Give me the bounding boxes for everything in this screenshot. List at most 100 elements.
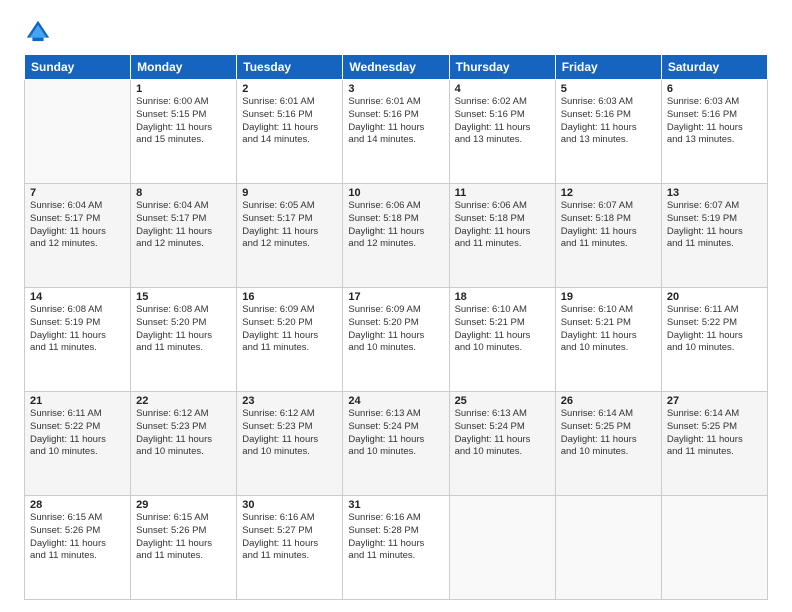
calendar-cell: 6Sunrise: 6:03 AM Sunset: 5:16 PM Daylig…: [661, 80, 767, 184]
logo-icon: [24, 18, 52, 46]
calendar-week-2: 7Sunrise: 6:04 AM Sunset: 5:17 PM Daylig…: [25, 184, 768, 288]
day-number: 15: [136, 291, 231, 303]
day-info: Sunrise: 6:04 AM Sunset: 5:17 PM Dayligh…: [30, 200, 125, 251]
calendar-cell: [555, 496, 661, 600]
calendar-cell: 5Sunrise: 6:03 AM Sunset: 5:16 PM Daylig…: [555, 80, 661, 184]
day-info: Sunrise: 6:14 AM Sunset: 5:25 PM Dayligh…: [561, 408, 656, 459]
weekday-header-row: SundayMondayTuesdayWednesdayThursdayFrid…: [25, 55, 768, 80]
calendar-cell: 15Sunrise: 6:08 AM Sunset: 5:20 PM Dayli…: [131, 288, 237, 392]
calendar-week-3: 14Sunrise: 6:08 AM Sunset: 5:19 PM Dayli…: [25, 288, 768, 392]
calendar-cell: 27Sunrise: 6:14 AM Sunset: 5:25 PM Dayli…: [661, 392, 767, 496]
day-info: Sunrise: 6:03 AM Sunset: 5:16 PM Dayligh…: [561, 96, 656, 147]
day-number: 25: [455, 395, 550, 407]
calendar-cell: 8Sunrise: 6:04 AM Sunset: 5:17 PM Daylig…: [131, 184, 237, 288]
day-info: Sunrise: 6:15 AM Sunset: 5:26 PM Dayligh…: [136, 512, 231, 563]
day-info: Sunrise: 6:16 AM Sunset: 5:27 PM Dayligh…: [242, 512, 337, 563]
day-number: 26: [561, 395, 656, 407]
calendar-cell: 26Sunrise: 6:14 AM Sunset: 5:25 PM Dayli…: [555, 392, 661, 496]
weekday-header-friday: Friday: [555, 55, 661, 80]
day-info: Sunrise: 6:11 AM Sunset: 5:22 PM Dayligh…: [667, 304, 762, 355]
day-info: Sunrise: 6:09 AM Sunset: 5:20 PM Dayligh…: [242, 304, 337, 355]
calendar-cell: 30Sunrise: 6:16 AM Sunset: 5:27 PM Dayli…: [237, 496, 343, 600]
calendar-cell: 10Sunrise: 6:06 AM Sunset: 5:18 PM Dayli…: [343, 184, 449, 288]
calendar-cell: [449, 496, 555, 600]
day-info: Sunrise: 6:08 AM Sunset: 5:19 PM Dayligh…: [30, 304, 125, 355]
calendar-cell: 9Sunrise: 6:05 AM Sunset: 5:17 PM Daylig…: [237, 184, 343, 288]
calendar-cell: [25, 80, 131, 184]
calendar-cell: 19Sunrise: 6:10 AM Sunset: 5:21 PM Dayli…: [555, 288, 661, 392]
calendar-cell: 1Sunrise: 6:00 AM Sunset: 5:15 PM Daylig…: [131, 80, 237, 184]
page: SundayMondayTuesdayWednesdayThursdayFrid…: [0, 0, 792, 612]
day-number: 31: [348, 499, 443, 511]
calendar-cell: 31Sunrise: 6:16 AM Sunset: 5:28 PM Dayli…: [343, 496, 449, 600]
day-number: 30: [242, 499, 337, 511]
weekday-header-sunday: Sunday: [25, 55, 131, 80]
day-info: Sunrise: 6:07 AM Sunset: 5:19 PM Dayligh…: [667, 200, 762, 251]
weekday-header-thursday: Thursday: [449, 55, 555, 80]
day-number: 14: [30, 291, 125, 303]
day-info: Sunrise: 6:09 AM Sunset: 5:20 PM Dayligh…: [348, 304, 443, 355]
calendar-cell: 23Sunrise: 6:12 AM Sunset: 5:23 PM Dayli…: [237, 392, 343, 496]
day-number: 8: [136, 187, 231, 199]
day-info: Sunrise: 6:16 AM Sunset: 5:28 PM Dayligh…: [348, 512, 443, 563]
day-info: Sunrise: 6:01 AM Sunset: 5:16 PM Dayligh…: [348, 96, 443, 147]
day-number: 12: [561, 187, 656, 199]
day-number: 29: [136, 499, 231, 511]
day-number: 24: [348, 395, 443, 407]
day-number: 4: [455, 83, 550, 95]
day-info: Sunrise: 6:13 AM Sunset: 5:24 PM Dayligh…: [455, 408, 550, 459]
day-number: 21: [30, 395, 125, 407]
day-number: 1: [136, 83, 231, 95]
day-number: 22: [136, 395, 231, 407]
header: [24, 18, 768, 46]
calendar-cell: [661, 496, 767, 600]
day-number: 18: [455, 291, 550, 303]
day-info: Sunrise: 6:06 AM Sunset: 5:18 PM Dayligh…: [348, 200, 443, 251]
calendar-cell: 7Sunrise: 6:04 AM Sunset: 5:17 PM Daylig…: [25, 184, 131, 288]
calendar-cell: 24Sunrise: 6:13 AM Sunset: 5:24 PM Dayli…: [343, 392, 449, 496]
calendar-cell: 20Sunrise: 6:11 AM Sunset: 5:22 PM Dayli…: [661, 288, 767, 392]
day-info: Sunrise: 6:02 AM Sunset: 5:16 PM Dayligh…: [455, 96, 550, 147]
weekday-header-tuesday: Tuesday: [237, 55, 343, 80]
day-info: Sunrise: 6:10 AM Sunset: 5:21 PM Dayligh…: [455, 304, 550, 355]
calendar-cell: 12Sunrise: 6:07 AM Sunset: 5:18 PM Dayli…: [555, 184, 661, 288]
day-info: Sunrise: 6:13 AM Sunset: 5:24 PM Dayligh…: [348, 408, 443, 459]
calendar-cell: 21Sunrise: 6:11 AM Sunset: 5:22 PM Dayli…: [25, 392, 131, 496]
calendar-cell: 14Sunrise: 6:08 AM Sunset: 5:19 PM Dayli…: [25, 288, 131, 392]
day-number: 11: [455, 187, 550, 199]
calendar-cell: 18Sunrise: 6:10 AM Sunset: 5:21 PM Dayli…: [449, 288, 555, 392]
day-info: Sunrise: 6:12 AM Sunset: 5:23 PM Dayligh…: [136, 408, 231, 459]
day-info: Sunrise: 6:05 AM Sunset: 5:17 PM Dayligh…: [242, 200, 337, 251]
calendar-table: SundayMondayTuesdayWednesdayThursdayFrid…: [24, 54, 768, 600]
calendar-cell: 28Sunrise: 6:15 AM Sunset: 5:26 PM Dayli…: [25, 496, 131, 600]
day-number: 23: [242, 395, 337, 407]
day-number: 9: [242, 187, 337, 199]
calendar-cell: 11Sunrise: 6:06 AM Sunset: 5:18 PM Dayli…: [449, 184, 555, 288]
calendar-week-1: 1Sunrise: 6:00 AM Sunset: 5:15 PM Daylig…: [25, 80, 768, 184]
logo: [24, 18, 56, 46]
calendar-cell: 13Sunrise: 6:07 AM Sunset: 5:19 PM Dayli…: [661, 184, 767, 288]
day-number: 16: [242, 291, 337, 303]
day-number: 5: [561, 83, 656, 95]
day-number: 7: [30, 187, 125, 199]
weekday-header-wednesday: Wednesday: [343, 55, 449, 80]
day-number: 27: [667, 395, 762, 407]
day-info: Sunrise: 6:06 AM Sunset: 5:18 PM Dayligh…: [455, 200, 550, 251]
day-number: 20: [667, 291, 762, 303]
weekday-header-saturday: Saturday: [661, 55, 767, 80]
calendar-cell: 2Sunrise: 6:01 AM Sunset: 5:16 PM Daylig…: [237, 80, 343, 184]
day-number: 19: [561, 291, 656, 303]
day-info: Sunrise: 6:03 AM Sunset: 5:16 PM Dayligh…: [667, 96, 762, 147]
day-number: 6: [667, 83, 762, 95]
calendar-cell: 3Sunrise: 6:01 AM Sunset: 5:16 PM Daylig…: [343, 80, 449, 184]
day-info: Sunrise: 6:07 AM Sunset: 5:18 PM Dayligh…: [561, 200, 656, 251]
calendar-cell: 4Sunrise: 6:02 AM Sunset: 5:16 PM Daylig…: [449, 80, 555, 184]
day-number: 13: [667, 187, 762, 199]
calendar-week-5: 28 Sunrise: 6:15 AM Sunset: 5:26 PM Dayli…: [25, 496, 768, 600]
calendar-cell: 22Sunrise: 6:12 AM Sunset: 5:23 PM Dayli…: [131, 392, 237, 496]
day-info: Sunrise: 6:01 AM Sunset: 5:16 PM Dayligh…: [242, 96, 337, 147]
day-number: 10: [348, 187, 443, 199]
calendar-cell: 25Sunrise: 6:13 AM Sunset: 5:24 PM Dayli…: [449, 392, 555, 496]
day-number: 17: [348, 291, 443, 303]
day-number: 28: [30, 499, 125, 511]
